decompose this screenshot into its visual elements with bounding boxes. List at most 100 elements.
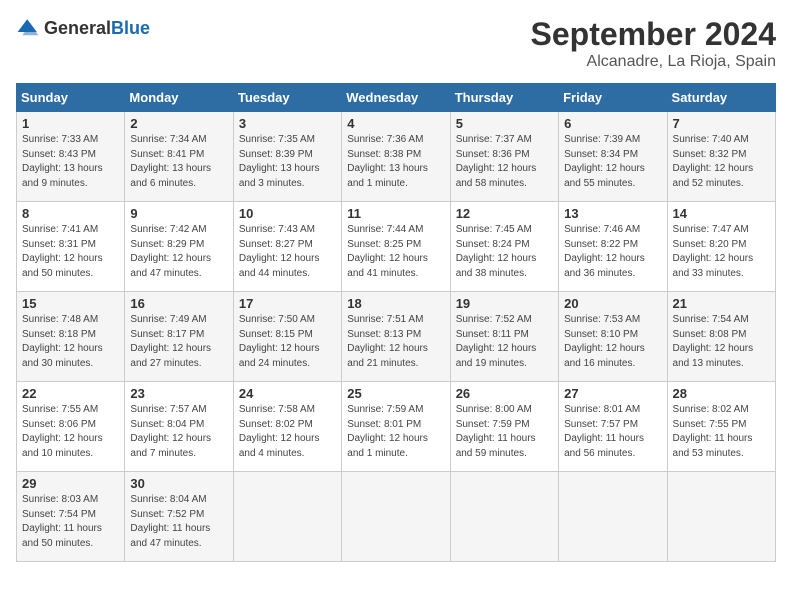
day-info: Sunrise: 8:00 AMSunset: 7:59 PMDaylight:… xyxy=(456,403,553,461)
day-number: 15 xyxy=(22,296,119,311)
day-number: 17 xyxy=(239,296,336,311)
calendar-week-4: 22 Sunrise: 7:55 AMSunset: 8:06 PMDayligh… xyxy=(17,382,776,472)
calendar-cell: 14 Sunrise: 7:47 AMSunset: 8:20 PMDayligh… xyxy=(667,202,775,292)
calendar-cell: 3Sunrise: 7:35 AMSunset: 8:39 PMDaylight… xyxy=(233,112,341,202)
col-friday: Friday xyxy=(559,84,667,112)
day-number: 19 xyxy=(456,296,553,311)
calendar-cell: 25 Sunrise: 7:59 AMSunset: 8:01 PMDayligh… xyxy=(342,382,450,472)
calendar-cell: 20 Sunrise: 7:53 AMSunset: 8:10 PMDayligh… xyxy=(559,292,667,382)
day-number: 28 xyxy=(673,386,770,401)
day-number: 2 xyxy=(130,116,227,131)
day-number: 25 xyxy=(347,386,444,401)
calendar-cell: 1 Sunrise: 7:33 AMSunset: 8:43 PMDaylight… xyxy=(17,112,125,202)
day-info: Sunrise: 7:45 AMSunset: 8:24 PMDaylight:… xyxy=(456,223,553,281)
day-info: Sunrise: 7:46 AMSunset: 8:22 PMDaylight:… xyxy=(564,223,661,281)
calendar-cell: 9Sunrise: 7:42 AMSunset: 8:29 PMDaylight… xyxy=(125,202,233,292)
calendar-cell xyxy=(342,472,450,562)
day-info: Sunrise: 7:57 AMSunset: 8:04 PMDaylight:… xyxy=(130,403,227,461)
logo-text: GeneralBlue xyxy=(44,18,150,39)
day-info: Sunrise: 7:50 AMSunset: 8:15 PMDaylight:… xyxy=(239,313,336,371)
logo: GeneralBlue xyxy=(16,16,150,40)
calendar-cell: 4 Sunrise: 7:36 AMSunset: 8:38 PMDaylight… xyxy=(342,112,450,202)
day-number: 12 xyxy=(456,206,553,221)
day-info: Sunrise: 8:03 AMSunset: 7:54 PMDaylight:… xyxy=(22,493,119,551)
calendar-cell: 16Sunrise: 7:49 AMSunset: 8:17 PMDayligh… xyxy=(125,292,233,382)
day-number: 22 xyxy=(22,386,119,401)
day-info: Sunrise: 7:33 AMSunset: 8:43 PMDaylight:… xyxy=(22,133,119,191)
day-info: Sunrise: 7:37 AMSunset: 8:36 PMDaylight:… xyxy=(456,133,553,191)
col-thursday: Thursday xyxy=(450,84,558,112)
day-info: Sunrise: 7:34 AMSunset: 8:41 PMDaylight:… xyxy=(130,133,227,191)
calendar-cell: 11Sunrise: 7:44 AMSunset: 8:25 PMDayligh… xyxy=(342,202,450,292)
calendar-cell xyxy=(667,472,775,562)
day-number: 4 xyxy=(347,116,444,131)
col-saturday: Saturday xyxy=(667,84,775,112)
calendar-cell xyxy=(450,472,558,562)
calendar-cell: 29 Sunrise: 8:03 AMSunset: 7:54 PMDayligh… xyxy=(17,472,125,562)
calendar-cell: 15 Sunrise: 7:48 AMSunset: 8:18 PMDayligh… xyxy=(17,292,125,382)
calendar-cell: 19Sunrise: 7:52 AMSunset: 8:11 PMDayligh… xyxy=(450,292,558,382)
day-info: Sunrise: 7:35 AMSunset: 8:39 PMDaylight:… xyxy=(239,133,336,191)
day-number: 20 xyxy=(564,296,661,311)
day-info: Sunrise: 7:54 AMSunset: 8:08 PMDaylight:… xyxy=(673,313,770,371)
calendar-week-2: 8Sunrise: 7:41 AMSunset: 8:31 PMDaylight… xyxy=(17,202,776,292)
calendar-cell: 22 Sunrise: 7:55 AMSunset: 8:06 PMDayligh… xyxy=(17,382,125,472)
title-block: September 2024 Alcanadre, La Rioja, Spai… xyxy=(531,16,776,71)
day-info: Sunrise: 7:36 AMSunset: 8:38 PMDaylight:… xyxy=(347,133,444,191)
calendar-cell: 27 Sunrise: 8:01 AMSunset: 7:57 PMDayligh… xyxy=(559,382,667,472)
calendar-cell: 18Sunrise: 7:51 AMSunset: 8:13 PMDayligh… xyxy=(342,292,450,382)
page-header: GeneralBlue September 2024 Alcanadre, La… xyxy=(16,16,776,71)
calendar-cell: 17 Sunrise: 7:50 AMSunset: 8:15 PMDayligh… xyxy=(233,292,341,382)
calendar-cell: 2 Sunrise: 7:34 AMSunset: 8:41 PMDaylight… xyxy=(125,112,233,202)
day-info: Sunrise: 7:58 AMSunset: 8:02 PMDaylight:… xyxy=(239,403,336,461)
location-title: Alcanadre, La Rioja, Spain xyxy=(531,53,776,71)
calendar-week-1: 1 Sunrise: 7:33 AMSunset: 8:43 PMDaylight… xyxy=(17,112,776,202)
day-number: 10 xyxy=(239,206,336,221)
day-number: 1 xyxy=(22,116,119,131)
day-info: Sunrise: 7:40 AMSunset: 8:32 PMDaylight:… xyxy=(673,133,770,191)
day-number: 24 xyxy=(239,386,336,401)
calendar-table: Sunday Monday Tuesday Wednesday Thursday… xyxy=(16,83,776,562)
day-info: Sunrise: 7:55 AMSunset: 8:06 PMDaylight:… xyxy=(22,403,119,461)
calendar-week-5: 29 Sunrise: 8:03 AMSunset: 7:54 PMDayligh… xyxy=(17,472,776,562)
day-number: 14 xyxy=(673,206,770,221)
calendar-cell xyxy=(559,472,667,562)
col-monday: Monday xyxy=(125,84,233,112)
day-info: Sunrise: 7:39 AMSunset: 8:34 PMDaylight:… xyxy=(564,133,661,191)
column-headers: Sunday Monday Tuesday Wednesday Thursday… xyxy=(17,84,776,112)
day-number: 29 xyxy=(22,476,119,491)
calendar-cell: 7Sunrise: 7:40 AMSunset: 8:32 PMDaylight… xyxy=(667,112,775,202)
month-title: September 2024 xyxy=(531,16,776,53)
day-info: Sunrise: 7:53 AMSunset: 8:10 PMDaylight:… xyxy=(564,313,661,371)
day-info: Sunrise: 8:01 AMSunset: 7:57 PMDaylight:… xyxy=(564,403,661,461)
calendar-cell: 23 Sunrise: 7:57 AMSunset: 8:04 PMDayligh… xyxy=(125,382,233,472)
day-number: 21 xyxy=(673,296,770,311)
day-info: Sunrise: 7:49 AMSunset: 8:17 PMDaylight:… xyxy=(130,313,227,371)
day-info: Sunrise: 7:43 AMSunset: 8:27 PMDaylight:… xyxy=(239,223,336,281)
day-number: 5 xyxy=(456,116,553,131)
day-number: 8 xyxy=(22,206,119,221)
calendar-cell: 8Sunrise: 7:41 AMSunset: 8:31 PMDaylight… xyxy=(17,202,125,292)
day-info: Sunrise: 8:04 AMSunset: 7:52 PMDaylight:… xyxy=(130,493,227,551)
col-sunday: Sunday xyxy=(17,84,125,112)
calendar-cell: 28Sunrise: 8:02 AMSunset: 7:55 PMDayligh… xyxy=(667,382,775,472)
day-info: Sunrise: 7:59 AMSunset: 8:01 PMDaylight:… xyxy=(347,403,444,461)
calendar-cell: 21 Sunrise: 7:54 AMSunset: 8:08 PMDayligh… xyxy=(667,292,775,382)
day-number: 6 xyxy=(564,116,661,131)
day-number: 11 xyxy=(347,206,444,221)
day-number: 23 xyxy=(130,386,227,401)
day-number: 9 xyxy=(130,206,227,221)
calendar-cell: 26Sunrise: 8:00 AMSunset: 7:59 PMDayligh… xyxy=(450,382,558,472)
calendar-cell: 24 Sunrise: 7:58 AMSunset: 8:02 PMDayligh… xyxy=(233,382,341,472)
calendar-cell: 30 Sunrise: 8:04 AMSunset: 7:52 PMDayligh… xyxy=(125,472,233,562)
day-number: 30 xyxy=(130,476,227,491)
logo-icon xyxy=(16,16,40,40)
calendar-cell: 5 Sunrise: 7:37 AMSunset: 8:36 PMDaylight… xyxy=(450,112,558,202)
day-info: Sunrise: 7:48 AMSunset: 8:18 PMDaylight:… xyxy=(22,313,119,371)
calendar-cell: 6 Sunrise: 7:39 AMSunset: 8:34 PMDaylight… xyxy=(559,112,667,202)
calendar-cell: 13Sunrise: 7:46 AMSunset: 8:22 PMDayligh… xyxy=(559,202,667,292)
day-number: 27 xyxy=(564,386,661,401)
calendar-cell: 10 Sunrise: 7:43 AMSunset: 8:27 PMDayligh… xyxy=(233,202,341,292)
calendar-cell: 12 Sunrise: 7:45 AMSunset: 8:24 PMDayligh… xyxy=(450,202,558,292)
day-info: Sunrise: 7:47 AMSunset: 8:20 PMDaylight:… xyxy=(673,223,770,281)
